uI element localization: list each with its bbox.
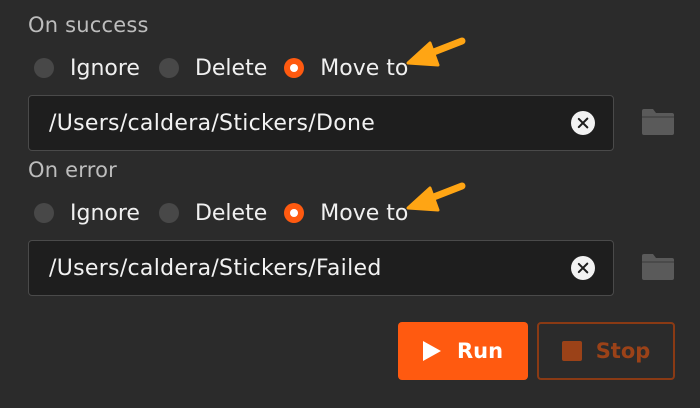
radio-button[interactable] <box>34 58 54 78</box>
arrow-annotation-icon <box>406 182 466 212</box>
on-success-radio-group: Ignore Delete Move to <box>34 53 408 83</box>
on-success-label: On success <box>28 13 149 37</box>
arrow-annotation-icon <box>406 37 466 67</box>
radio-label: Ignore <box>70 55 140 81</box>
on-success-path-field <box>28 95 614 151</box>
on-success-ignore-option[interactable]: Ignore <box>34 56 140 81</box>
on-error-move-to-option[interactable]: Move to <box>284 201 408 226</box>
radio-label: Move to <box>320 200 409 226</box>
radio-label: Delete <box>194 200 268 226</box>
on-success-delete-option[interactable]: Delete <box>158 55 268 81</box>
radio-label: Delete <box>194 55 268 81</box>
clear-icon[interactable] <box>571 256 595 280</box>
run-button[interactable]: Run <box>398 322 528 380</box>
stop-icon <box>561 341 582 361</box>
on-error-ignore-option[interactable]: Ignore <box>34 201 140 226</box>
run-button-label: Run <box>456 339 504 363</box>
radio-button[interactable] <box>34 203 54 223</box>
stop-button[interactable]: Stop <box>537 322 675 380</box>
on-error-delete-option[interactable]: Delete <box>158 200 268 226</box>
radio-label: Ignore <box>70 200 140 226</box>
on-error-radio-group: Ignore Delete Move to <box>34 198 408 228</box>
clear-icon[interactable] <box>571 111 595 135</box>
radio-button-selected[interactable] <box>284 58 305 78</box>
radio-button-selected[interactable] <box>284 203 305 223</box>
on-error-path-input[interactable] <box>29 241 571 295</box>
on-success-path-input[interactable] <box>29 96 571 150</box>
radio-button[interactable] <box>158 58 179 78</box>
radio-button[interactable] <box>158 203 179 223</box>
folder-icon[interactable] <box>640 252 676 282</box>
folder-icon[interactable] <box>640 107 676 137</box>
on-success-move-to-option[interactable]: Move to <box>284 56 408 81</box>
play-icon <box>422 341 441 361</box>
on-error-label: On error <box>28 158 117 182</box>
stop-button-label: Stop <box>595 339 651 363</box>
radio-label: Move to <box>320 55 409 81</box>
on-error-path-field <box>28 240 614 296</box>
